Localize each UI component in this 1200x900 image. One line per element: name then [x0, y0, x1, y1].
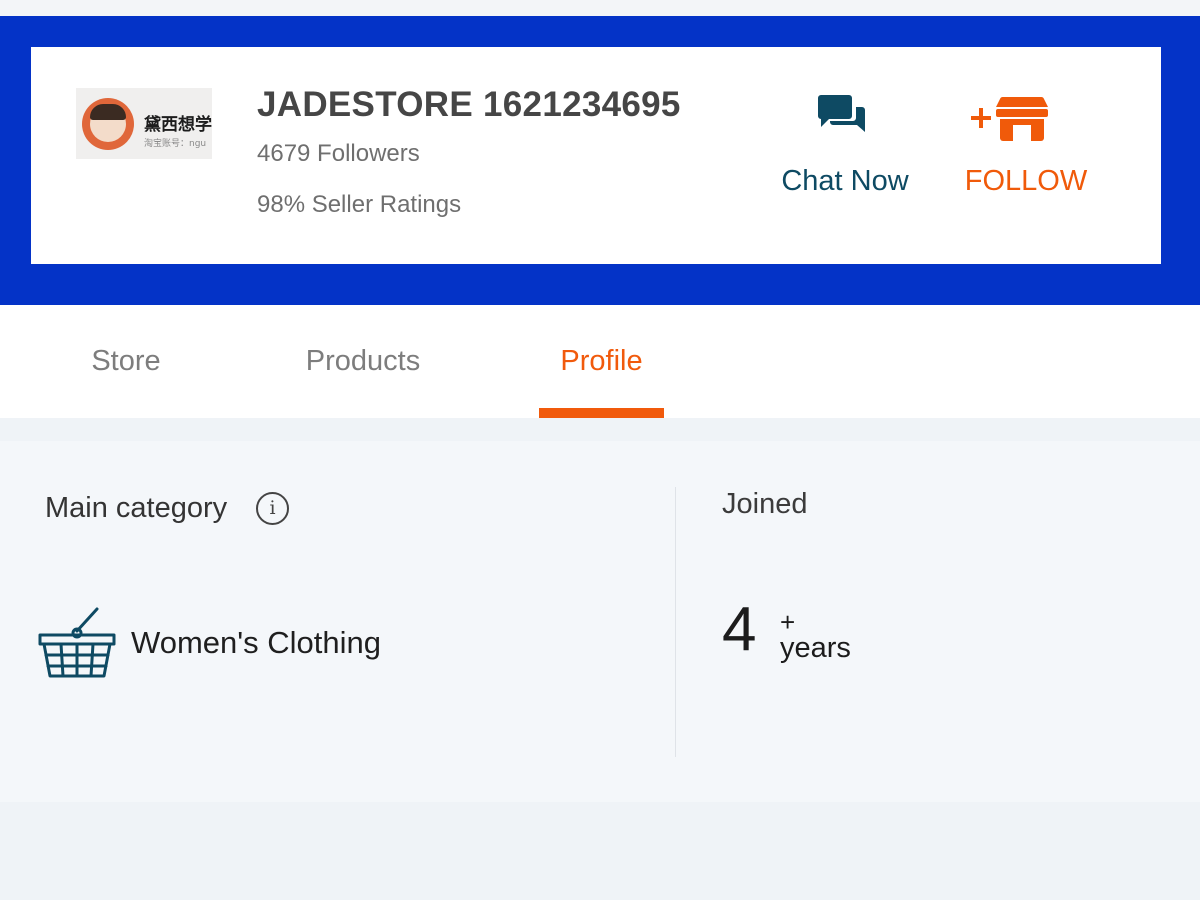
store-logo[interactable]: 黛西想学 淘宝账号：ngu [76, 88, 212, 159]
tab-store[interactable]: Store [60, 305, 192, 418]
main-category-label: Main category [45, 492, 228, 524]
tab-profile-label: Profile [560, 345, 643, 377]
profile-panel: Main category i Women's Clothing Joined … [0, 441, 1200, 802]
add-store-icon [951, 87, 1101, 157]
main-category-value: Women's Clothing [131, 625, 382, 660]
tab-profile[interactable]: Profile [539, 305, 664, 418]
tab-products-label: Products [305, 345, 421, 377]
tab-store-label: Store [91, 345, 161, 377]
basket-icon [37, 605, 117, 681]
joined-years-number: 4 [722, 595, 757, 664]
followers-count: 4679 Followers [257, 140, 420, 167]
tab-products[interactable]: Products [290, 305, 436, 418]
logo-subtext: 淘宝账号：ngu [144, 139, 207, 149]
follow-button[interactable]: FOLLOW [951, 87, 1101, 198]
logo-avatar-hair [90, 104, 126, 120]
seller-ratings: 98% Seller Ratings [257, 191, 462, 218]
follow-label: FOLLOW [964, 165, 1088, 197]
panel-divider [675, 487, 676, 757]
active-tab-indicator [539, 408, 664, 418]
store-name: JADESTORE 1621234695 [257, 85, 681, 124]
logo-text: 黛西想学 [144, 115, 212, 135]
joined-label: Joined [722, 488, 808, 520]
store-tabs: Store Products Profile [0, 305, 1200, 418]
chat-now-label: Chat Now [781, 165, 909, 197]
page-background-bottom [0, 802, 1200, 900]
info-icon[interactable]: i [256, 492, 289, 525]
top-strip [0, 0, 1200, 16]
store-header-card: 黛西想学 淘宝账号：ngu JADESTORE 1621234695 4679 … [31, 47, 1161, 264]
chat-bubbles-icon [765, 87, 925, 157]
joined-years-unit: years [780, 632, 851, 664]
chat-now-button[interactable]: Chat Now [765, 87, 925, 198]
